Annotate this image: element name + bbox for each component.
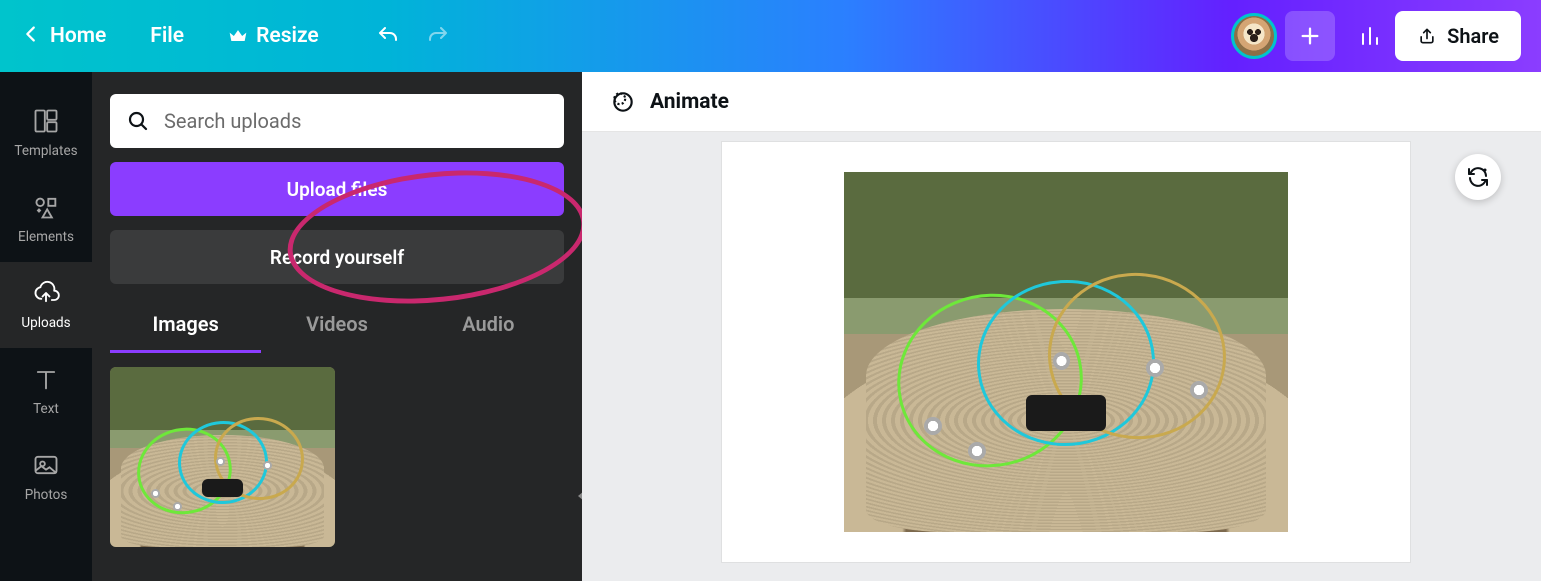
search-uploads[interactable] [110, 94, 564, 148]
search-input[interactable] [164, 109, 548, 133]
text-icon [32, 365, 60, 393]
tab-audio-label: Audio [462, 312, 514, 336]
share-button[interactable]: Share [1395, 11, 1521, 61]
uploads-panel: Upload files Record yourself Images Vide… [92, 72, 582, 581]
rail-uploads-label: Uploads [21, 315, 70, 331]
redo-button[interactable] [413, 11, 463, 61]
rail-photos[interactable]: Photos [0, 434, 92, 520]
top-bar: Home File Resize Share [0, 0, 1541, 72]
resize-menu[interactable]: Resize [228, 24, 319, 48]
undo-button[interactable] [363, 11, 413, 61]
home-label: Home [50, 24, 106, 48]
record-yourself-label: Record yourself [270, 246, 404, 269]
left-rail: Templates Elements Uploads Text Photos [0, 72, 92, 581]
resize-label: Resize [256, 24, 319, 48]
context-bar: Animate [582, 72, 1541, 132]
upload-tabs: Images Videos Audio [110, 312, 564, 353]
templates-icon [32, 107, 60, 135]
rail-templates-label: Templates [14, 143, 77, 159]
upload-files-label: Upload files [287, 178, 388, 201]
rail-elements[interactable]: Elements [0, 176, 92, 262]
tab-videos-label: Videos [306, 312, 368, 336]
back-button[interactable] [20, 23, 50, 49]
design-page[interactable] [722, 142, 1410, 562]
rail-text[interactable]: Text [0, 348, 92, 434]
rail-elements-label: Elements [18, 229, 74, 245]
tab-images-label: Images [153, 312, 219, 336]
tab-videos[interactable]: Videos [261, 312, 412, 353]
elements-icon [32, 193, 60, 221]
canvas-area: Animate [582, 72, 1541, 581]
regenerate-button[interactable] [1455, 154, 1501, 200]
upload-files-button[interactable]: Upload files [110, 162, 564, 216]
crown-icon [228, 26, 248, 46]
avatar[interactable] [1231, 13, 1277, 59]
rail-photos-label: Photos [25, 487, 68, 503]
file-label: File [150, 24, 184, 48]
upload-thumbnail[interactable] [110, 367, 335, 547]
animate-icon [610, 89, 636, 115]
canvas-image[interactable] [844, 172, 1288, 532]
record-yourself-button[interactable]: Record yourself [110, 230, 564, 284]
home-button[interactable]: Home [50, 24, 106, 48]
share-icon [1417, 26, 1437, 46]
rail-uploads[interactable]: Uploads [0, 262, 92, 348]
photos-icon [32, 451, 60, 479]
file-menu[interactable]: File [150, 24, 184, 48]
share-label: Share [1447, 24, 1499, 48]
animate-button[interactable]: Animate [650, 90, 729, 114]
tab-images[interactable]: Images [110, 312, 261, 353]
uploads-icon [32, 279, 60, 307]
tab-audio[interactable]: Audio [413, 312, 564, 353]
rail-text-label: Text [33, 401, 59, 417]
add-member-button[interactable] [1285, 11, 1335, 61]
search-icon [126, 109, 150, 133]
insights-button[interactable] [1345, 11, 1395, 61]
rail-templates[interactable]: Templates [0, 90, 92, 176]
